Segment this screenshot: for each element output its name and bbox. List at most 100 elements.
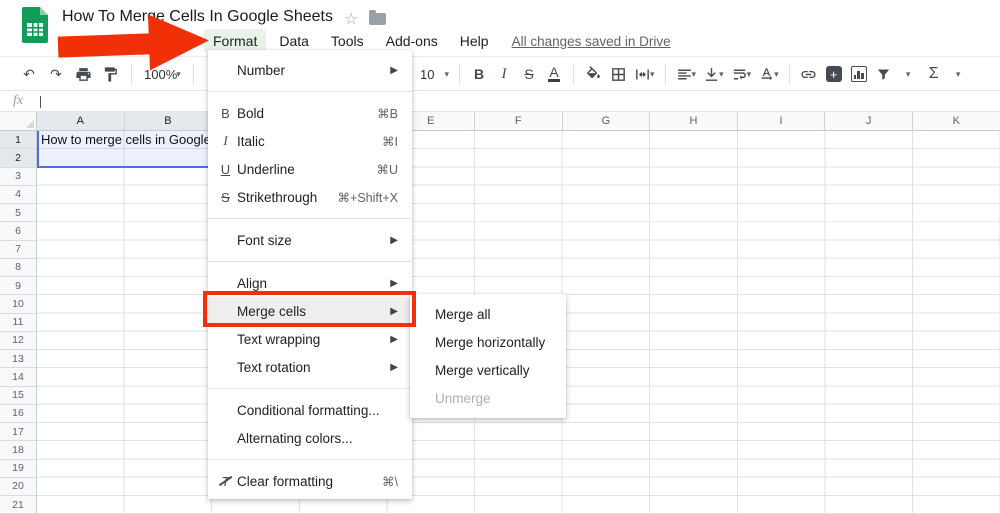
google-sheets-logo-icon[interactable]: [22, 7, 48, 43]
bold-icon: B: [221, 105, 230, 121]
zoom-select[interactable]: 100% ▾: [144, 62, 181, 86]
column-headers: ABCDEFGHIJK: [37, 112, 1000, 131]
text-wrapping-icon[interactable]: ▾: [731, 62, 752, 86]
paint-format-icon[interactable]: [101, 62, 119, 86]
chevron-down-icon: ▾: [650, 68, 655, 79]
row-header-19[interactable]: 19: [0, 459, 37, 478]
submenu-arrow-icon: ▶: [390, 361, 398, 373]
clear-formatting-icon: T: [217, 474, 234, 489]
toolbar-separator: [573, 64, 574, 84]
fx-label: fx: [13, 93, 24, 108]
vertical-align-icon[interactable]: ▾: [703, 62, 724, 86]
font-size-select[interactable]: 10 ▾: [420, 62, 449, 86]
column-header-A[interactable]: A: [37, 112, 125, 131]
menu-item-italic[interactable]: I Italic ⌘I: [208, 127, 412, 155]
column-header-B[interactable]: B: [124, 112, 213, 131]
row-header-14[interactable]: 14: [0, 368, 37, 387]
insert-link-icon[interactable]: [800, 62, 818, 86]
row-header-17[interactable]: 17: [0, 423, 37, 442]
submenu-item-unmerge: Unmerge: [435, 390, 491, 406]
row-header-12[interactable]: 12: [0, 331, 37, 350]
italic-icon[interactable]: I: [495, 62, 513, 86]
chevron-down-icon[interactable]: ▾: [956, 69, 961, 80]
column-header-H[interactable]: H: [650, 112, 738, 131]
insert-chart-icon[interactable]: [850, 62, 868, 86]
menu-divider: [208, 459, 412, 460]
row-header-3[interactable]: 3: [0, 167, 37, 186]
chevron-down-icon: ▾: [746, 68, 752, 79]
row-header-18[interactable]: 18: [0, 441, 37, 460]
row-header-8[interactable]: 8: [0, 258, 37, 277]
document-title[interactable]: How To Merge Cells In Google Sheets: [62, 8, 333, 26]
menu-item-bold[interactable]: B Bold ⌘B: [208, 99, 412, 127]
row-header-6[interactable]: 6: [0, 222, 37, 241]
row-header-10[interactable]: 10: [0, 295, 37, 314]
column-header-I[interactable]: I: [737, 112, 826, 131]
menu-item-number[interactable]: Number ▶: [208, 56, 412, 84]
menu-item-text-rotation[interactable]: Text rotation ▶: [208, 353, 412, 381]
undo-icon[interactable]: ↶: [20, 62, 38, 86]
menu-item-underline[interactable]: U Underline ⌘U: [208, 155, 412, 183]
submenu-arrow-icon: ▶: [390, 64, 398, 76]
menu-item-font-size[interactable]: Font size ▶: [208, 226, 412, 254]
chevron-down-icon: ▾: [719, 68, 724, 79]
menu-item-label: Strikethrough: [237, 189, 318, 205]
chevron-down-icon: ▾: [444, 68, 449, 79]
column-header-G[interactable]: G: [562, 112, 651, 131]
merge-cells-icon[interactable]: ▾: [634, 62, 655, 86]
row-header-21[interactable]: 21: [0, 496, 37, 514]
column-header-J[interactable]: J: [825, 112, 913, 131]
functions-icon[interactable]: Σ: [925, 62, 943, 86]
text-rotation-icon[interactable]: ▾: [758, 62, 779, 86]
row-header-9[interactable]: 9: [0, 277, 37, 296]
fill-color-icon[interactable]: [584, 62, 602, 86]
menu-item-clear-formatting[interactable]: T Clear formatting ⌘\: [208, 467, 412, 495]
strikethrough-icon[interactable]: S: [520, 62, 538, 86]
chevron-down-icon[interactable]: ▾: [906, 69, 911, 80]
submenu-item-merge-horizontally[interactable]: Merge horizontally: [410, 328, 566, 356]
redo-icon[interactable]: ↷: [47, 62, 65, 86]
star-icon[interactable]: ☆: [344, 9, 358, 29]
bold-icon[interactable]: B: [470, 62, 488, 86]
menu-item-text-wrapping[interactable]: Text wrapping ▶: [208, 325, 412, 353]
chevron-down-icon: ▾: [691, 68, 697, 79]
menu-item-alternating-colors[interactable]: Alternating colors...: [208, 424, 412, 452]
row-header-1[interactable]: 1: [0, 131, 37, 150]
menu-item-label: Italic: [237, 133, 265, 149]
submenu-item-merge-all[interactable]: Merge all: [410, 300, 566, 328]
toolbar-separator: [788, 64, 790, 84]
row-header-4[interactable]: 4: [0, 185, 37, 204]
formula-bar[interactable]: fx: [0, 92, 1000, 112]
toolbar: ↶ ↷ 100%▾ $ 10▾ B I S A ▾: [0, 56, 1000, 91]
row-header-5[interactable]: 5: [0, 204, 37, 223]
row-header-7[interactable]: 7: [0, 240, 37, 259]
saved-status-link[interactable]: All changes saved in Drive: [512, 34, 671, 49]
text-cursor: [40, 96, 41, 108]
row-header-16[interactable]: 16: [0, 404, 37, 423]
row-headers: 1 2 3 4 5 6 7 8 9 10 11 12 13 14 15 16 17 18 19 20 21: [0, 131, 37, 514]
filter-icon[interactable]: [875, 62, 893, 86]
borders-icon[interactable]: [609, 62, 627, 86]
format-menu: Number ▶ B Bold ⌘B I Italic ⌘I U Underline ⌘U S Stri…: [208, 50, 412, 499]
row-header-13[interactable]: 13: [0, 350, 37, 369]
row-header-15[interactable]: 15: [0, 386, 37, 405]
row-header-2[interactable]: 2: [0, 149, 37, 168]
row-header-11[interactable]: 11: [0, 313, 37, 332]
insert-comment-icon[interactable]: +: [825, 62, 843, 86]
toolbar-separator: [459, 64, 460, 84]
select-all-corner[interactable]: [0, 112, 37, 131]
column-header-F[interactable]: F: [474, 112, 563, 131]
row-header-20[interactable]: 20: [0, 477, 37, 496]
menu-item-shortcut: ⌘B: [377, 106, 398, 121]
toolbar-separator: [664, 64, 666, 84]
menubar-item-help[interactable]: Help: [451, 29, 498, 53]
move-to-folder-icon[interactable]: [369, 10, 386, 25]
toolbar-separator: [192, 64, 194, 84]
text-color-icon[interactable]: A: [548, 65, 560, 82]
column-header-K[interactable]: K: [912, 112, 1000, 131]
horizontal-align-icon[interactable]: ▾: [676, 62, 697, 86]
menu-item-strikethrough[interactable]: S Strikethrough ⌘+Shift+X: [208, 183, 412, 211]
menu-item-conditional-formatting[interactable]: Conditional formatting...: [208, 396, 412, 424]
print-icon[interactable]: [74, 62, 92, 86]
submenu-item-merge-vertically[interactable]: Merge vertically: [410, 356, 566, 384]
